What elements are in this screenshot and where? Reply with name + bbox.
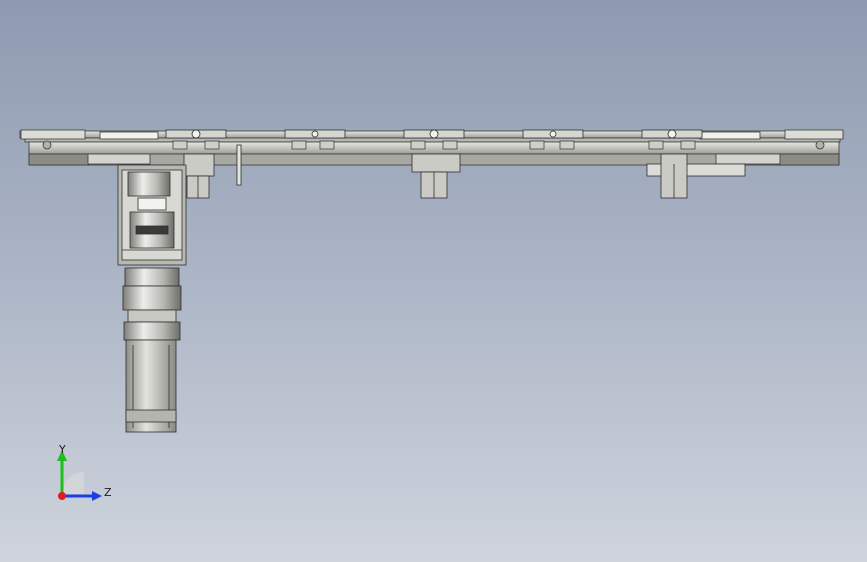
motor <box>125 339 177 433</box>
z-axis-label: Z <box>104 486 112 499</box>
gearbox <box>122 267 182 341</box>
coordinate-triad: Y Z <box>57 443 112 501</box>
z-axis-head <box>92 491 102 501</box>
graphics-viewport[interactable]: Y Z <box>0 0 867 562</box>
hanging-bracket-center <box>411 153 461 199</box>
assembly-model[interactable] <box>0 0 867 562</box>
drive-housing <box>117 164 187 266</box>
y-axis-label: Y <box>58 443 66 456</box>
x-axis-dot <box>58 492 66 500</box>
